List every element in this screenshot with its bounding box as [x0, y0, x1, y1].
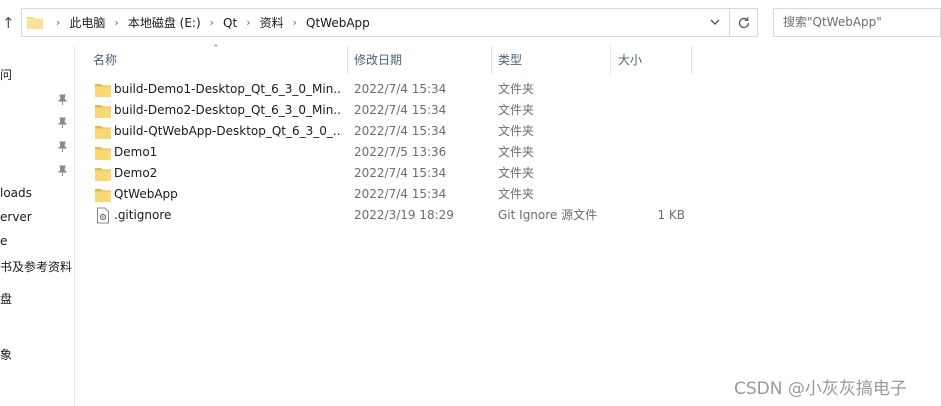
file-date: 2022/7/4 15:34 [354, 82, 447, 96]
file-size [613, 100, 685, 121]
address-bar[interactable]: › 此电脑 › 本地磁盘 (E:) › Qt › 资料 › QtWebApp [21, 8, 730, 37]
column-name[interactable]: 名称 [93, 46, 117, 74]
chevron-right-icon[interactable]: › [50, 16, 66, 29]
pin-icon[interactable] [57, 165, 68, 176]
sort-ascending-icon: ˆ [213, 43, 219, 56]
file-type: 文件夹 [498, 82, 535, 96]
breadcrumb-item[interactable]: 资料 [257, 14, 287, 31]
file-date: 2022/7/4 15:34 [354, 166, 447, 180]
pin-icon[interactable] [57, 117, 68, 128]
navigation-pane: 问 loads erver e 书及参考资料 盘 象 [0, 46, 74, 406]
folder-icon [95, 126, 111, 139]
file-row[interactable]: QtWebApp 2022/7/4 15:34 文件夹 [75, 184, 941, 205]
file-icon [97, 207, 109, 224]
folder-icon [27, 17, 43, 29]
chevron-right-icon[interactable]: › [204, 16, 220, 29]
file-name: Demo2 [114, 166, 158, 180]
folder-icon [95, 168, 111, 181]
chevron-right-icon[interactable]: › [240, 16, 256, 29]
pin-icon[interactable] [57, 141, 68, 152]
file-size [613, 184, 685, 205]
file-size [613, 79, 685, 100]
column-date[interactable]: 修改日期 [354, 46, 402, 74]
breadcrumb-item[interactable]: 此电脑 [66, 14, 108, 31]
sidebar-item[interactable]: loads [0, 186, 32, 200]
file-type: 文件夹 [498, 124, 535, 138]
file-row[interactable]: build-Demo1-Desktop_Qt_6_3_0_Min... 2022… [75, 79, 941, 100]
file-name: build-Demo2-Desktop_Qt_6_3_0_Min... [114, 103, 342, 117]
breadcrumb-item[interactable]: QtWebApp [303, 16, 373, 30]
refresh-button[interactable] [729, 8, 758, 37]
file-name: QtWebApp [114, 187, 178, 201]
sidebar-item[interactable]: 问 [0, 66, 12, 83]
column-divider[interactable] [491, 46, 492, 74]
address-toolbar: ↑ › 此电脑 › 本地磁盘 (E:) › Qt › 资料 › QtWebApp… [0, 0, 941, 46]
file-type: 文件夹 [498, 103, 535, 117]
file-row[interactable]: .gitignore 2022/3/19 18:29 Git Ignore 源文… [75, 205, 941, 226]
column-divider[interactable] [610, 46, 611, 74]
search-input[interactable]: 搜索"QtWebApp" [773, 8, 941, 37]
file-size [613, 121, 685, 142]
column-size[interactable]: 大小 [618, 46, 642, 74]
sidebar-item[interactable]: erver [0, 210, 32, 224]
folder-icon [95, 105, 111, 118]
file-list: build-Demo1-Desktop_Qt_6_3_0_Min... 2022… [75, 79, 941, 226]
pin-icon[interactable] [57, 94, 68, 105]
file-name: build-QtWebApp-Desktop_Qt_6_3_0_... [114, 124, 342, 138]
watermark-text: CSDN @小灰灰搞电子 [734, 379, 907, 399]
breadcrumb-item[interactable]: Qt [220, 16, 240, 30]
folder-icon [95, 189, 111, 202]
file-date: 2022/7/4 15:34 [354, 103, 447, 117]
folder-icon [95, 147, 111, 160]
file-size: 1 KB [657, 208, 685, 222]
file-name: build-Demo1-Desktop_Qt_6_3_0_Min... [114, 82, 342, 96]
file-type: 文件夹 [498, 187, 535, 201]
file-row[interactable]: Demo1 2022/7/5 13:36 文件夹 [75, 142, 941, 163]
sidebar-item[interactable]: 盘 [0, 290, 12, 307]
file-type: 文件夹 [498, 145, 535, 159]
file-size [613, 142, 685, 163]
breadcrumb-item[interactable]: 本地磁盘 (E:) [125, 14, 204, 31]
breadcrumb: › 此电脑 › 本地磁盘 (E:) › Qt › 资料 › QtWebApp [50, 9, 373, 36]
sidebar-item[interactable]: 书及参考资料 [0, 258, 72, 275]
sidebar-item[interactable]: e [0, 234, 7, 248]
file-name: Demo1 [114, 145, 158, 159]
file-row[interactable]: Demo2 2022/7/4 15:34 文件夹 [75, 163, 941, 184]
column-header: ˆ 名称 修改日期 类型 大小 [75, 43, 941, 74]
file-date: 2022/7/4 15:34 [354, 187, 447, 201]
file-name: .gitignore [114, 208, 172, 222]
folder-icon [95, 84, 111, 97]
column-divider[interactable] [347, 46, 348, 74]
sidebar-item[interactable]: 象 [0, 346, 12, 363]
refresh-icon [738, 16, 749, 28]
file-row[interactable]: build-QtWebApp-Desktop_Qt_6_3_0_... 2022… [75, 121, 941, 142]
file-date: 2022/7/4 15:34 [354, 124, 447, 138]
chevron-right-icon[interactable]: › [108, 16, 124, 29]
chevron-down-icon[interactable] [709, 14, 721, 30]
file-size [613, 163, 685, 184]
chevron-right-icon[interactable]: › [287, 16, 303, 29]
column-divider[interactable] [691, 46, 692, 74]
up-arrow-icon[interactable]: ↑ [2, 14, 18, 32]
file-row[interactable]: build-Demo2-Desktop_Qt_6_3_0_Min... 2022… [75, 100, 941, 121]
file-date: 2022/7/5 13:36 [354, 145, 447, 159]
column-type[interactable]: 类型 [498, 46, 522, 74]
file-type: Git Ignore 源文件 [498, 208, 598, 222]
file-date: 2022/3/19 18:29 [354, 208, 454, 222]
file-type: 文件夹 [498, 166, 535, 180]
